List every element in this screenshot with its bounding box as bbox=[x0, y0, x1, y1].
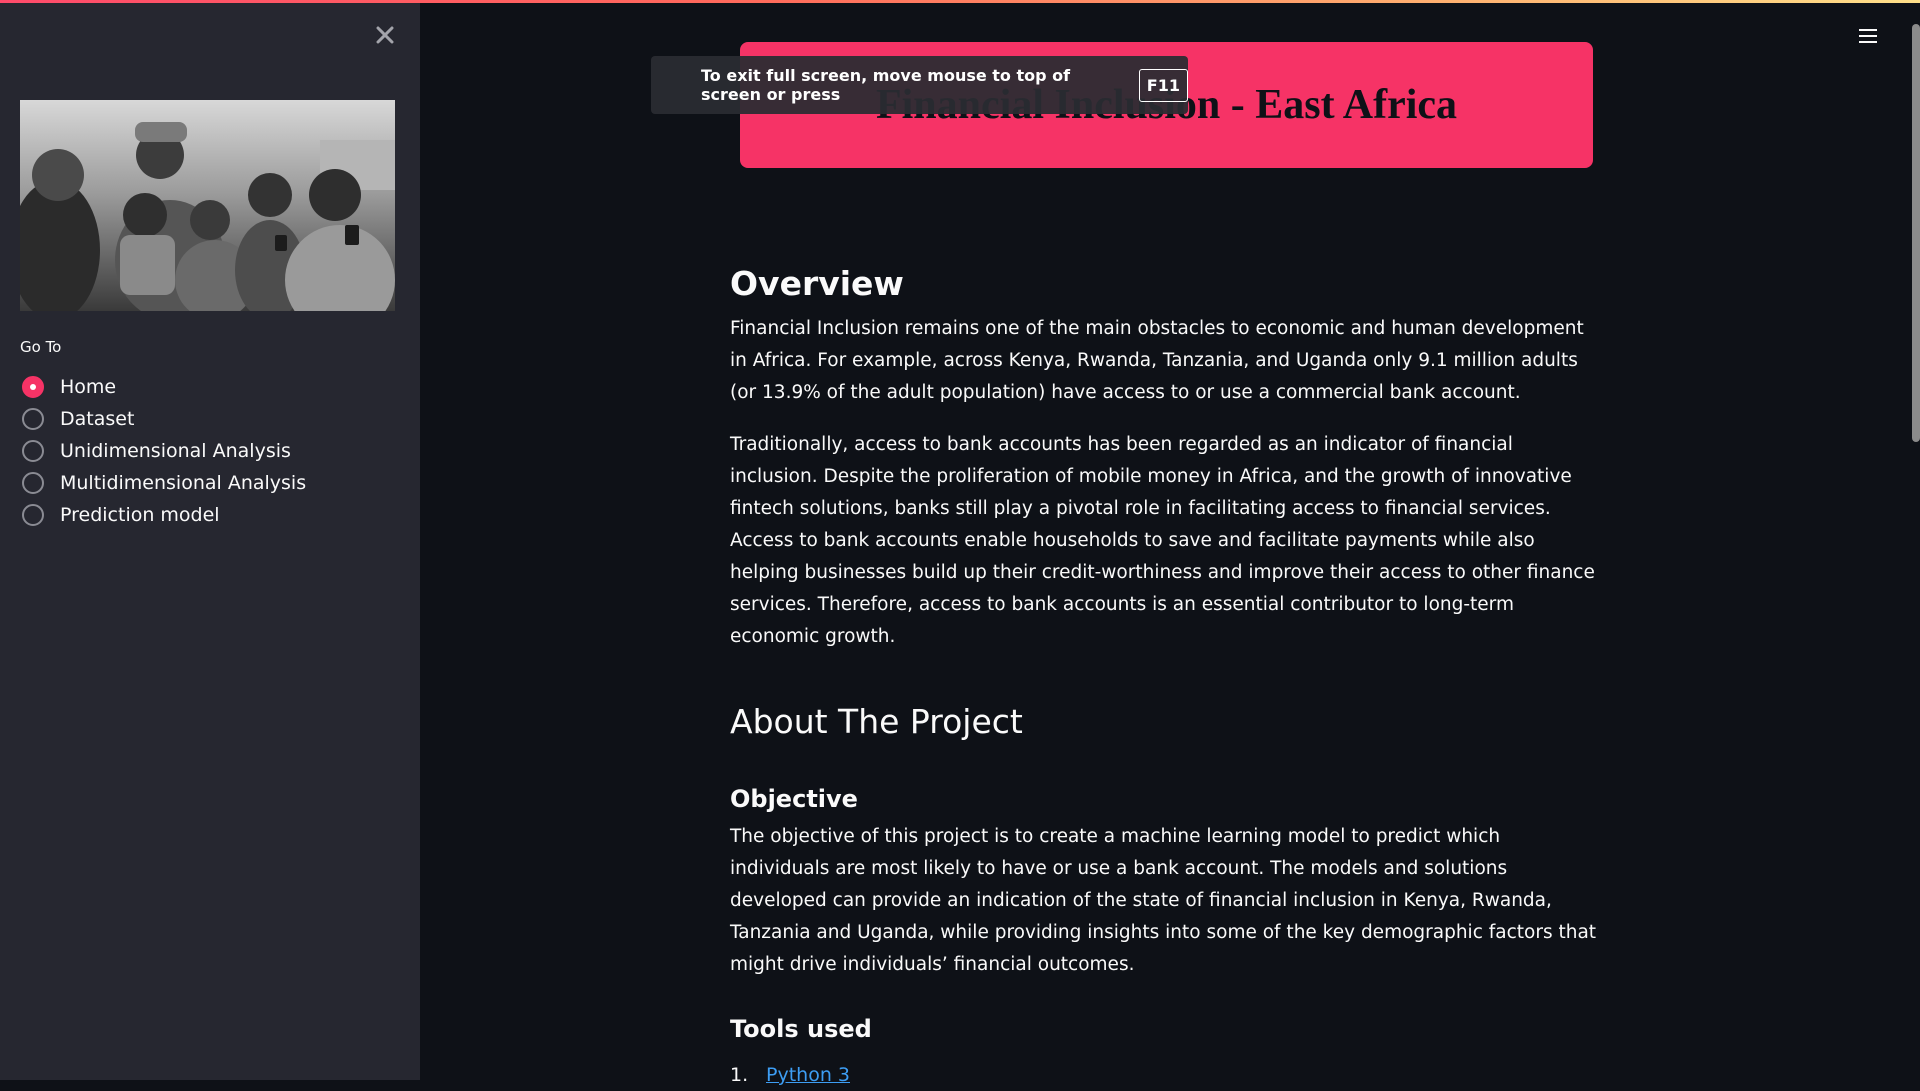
people-photo-image bbox=[20, 100, 395, 311]
close-sidebar-button[interactable] bbox=[370, 20, 400, 50]
objective-paragraph: The objective of this project is to crea… bbox=[730, 826, 1597, 975]
nav-option-label: Multidimensional Analysis bbox=[60, 472, 307, 494]
sidebar-photo bbox=[20, 100, 395, 311]
tools-used-heading: Tools used bbox=[730, 1015, 872, 1043]
nav-option-home[interactable]: Home bbox=[22, 371, 306, 403]
about-project-heading: About The Project bbox=[730, 702, 1023, 741]
objective-heading: Objective bbox=[730, 785, 858, 813]
main-menu-button[interactable] bbox=[1858, 26, 1878, 46]
nav-group-label: Go To bbox=[20, 338, 62, 356]
radio-unselected-icon bbox=[22, 504, 44, 526]
nav-option-label: Home bbox=[60, 376, 117, 398]
nav-option-label: Prediction model bbox=[60, 504, 220, 526]
top-decoration-bar bbox=[0, 0, 1920, 3]
tools-list: 1. Python 3 bbox=[730, 1059, 1605, 1091]
sidebar: Go To Home Dataset Unidimensional Analys… bbox=[0, 0, 420, 1080]
radio-unselected-icon bbox=[22, 472, 44, 494]
nav-radio-group: Home Dataset Unidimensional Analysis Mul… bbox=[22, 371, 306, 531]
close-icon bbox=[376, 26, 394, 44]
f11-key-badge: F11 bbox=[1138, 68, 1188, 102]
tools-list-item: 1. Python 3 bbox=[730, 1059, 1605, 1091]
nav-option-prediction-model[interactable]: Prediction model bbox=[22, 499, 306, 531]
python-3-link[interactable]: Python 3 bbox=[766, 1059, 850, 1091]
radio-unselected-icon bbox=[22, 408, 44, 430]
radio-unselected-icon bbox=[22, 440, 44, 462]
main-content-area: Financial Inclusion - East Africa To exi… bbox=[420, 0, 1920, 1086]
scrollbar-thumb[interactable] bbox=[1912, 24, 1920, 442]
list-number: 1. bbox=[730, 1064, 749, 1086]
page-content: Overview Financial Inclusion remains one… bbox=[730, 255, 1605, 1091]
hamburger-menu-icon bbox=[1859, 29, 1877, 43]
overview-heading: Overview bbox=[730, 264, 904, 303]
fullscreen-notice-text: To exit full screen, move mouse to top o… bbox=[701, 66, 1071, 104]
radio-selected-icon bbox=[22, 376, 44, 398]
nav-option-label: Dataset bbox=[60, 408, 135, 430]
nav-option-multidimensional-analysis[interactable]: Multidimensional Analysis bbox=[22, 467, 306, 499]
fullscreen-exit-notice: To exit full screen, move mouse to top o… bbox=[651, 56, 1188, 114]
nav-option-label: Unidimensional Analysis bbox=[60, 440, 291, 462]
nav-option-dataset[interactable]: Dataset bbox=[22, 403, 306, 435]
overview-paragraph-2: Traditionally, access to bank accounts h… bbox=[730, 434, 1595, 647]
nav-option-unidimensional-analysis[interactable]: Unidimensional Analysis bbox=[22, 435, 306, 467]
overview-paragraph-1: Financial Inclusion remains one of the m… bbox=[730, 318, 1584, 403]
